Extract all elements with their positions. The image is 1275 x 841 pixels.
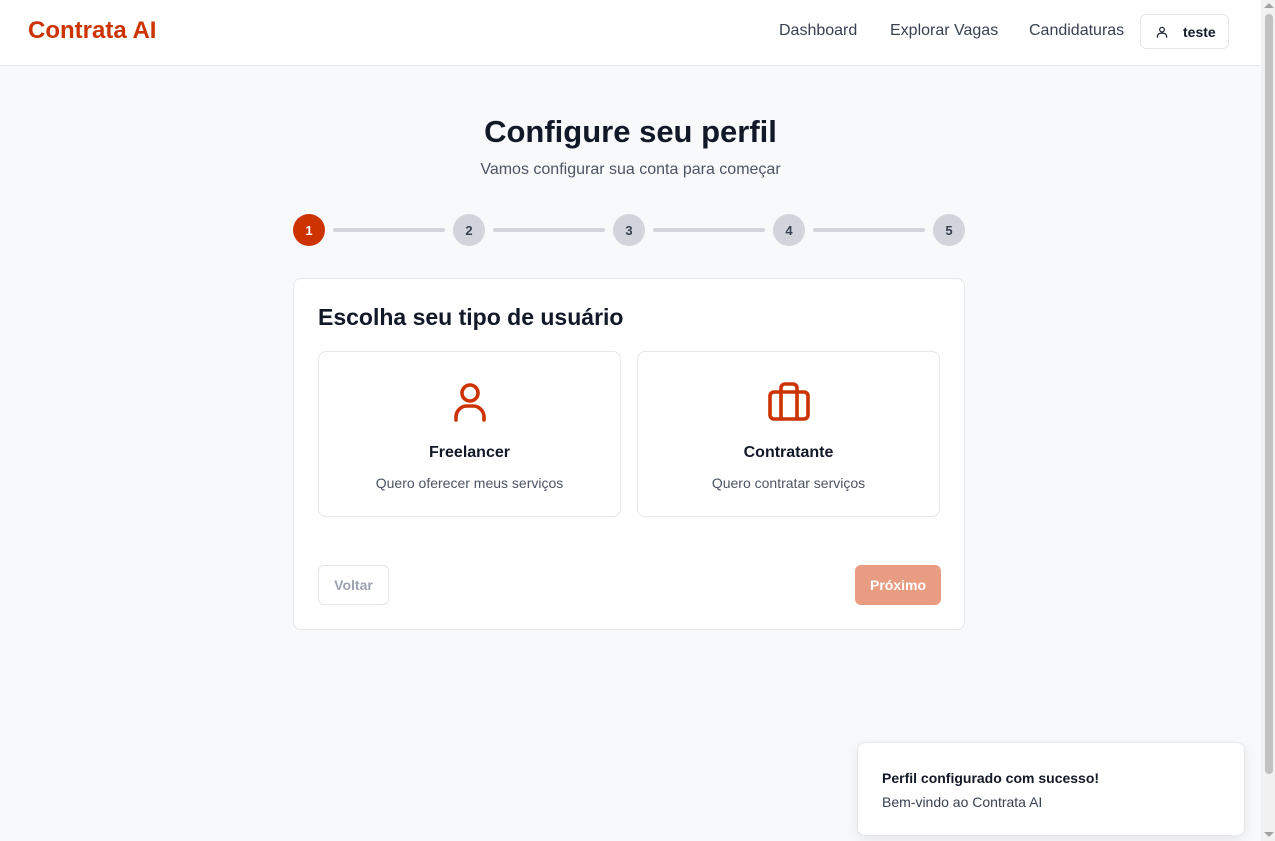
toast-description: Bem-vindo ao Contrata AI <box>882 794 1043 810</box>
top-navbar: Contrata AI Dashboard Explorar Vagas Can… <box>0 0 1261 66</box>
scrollbar-thumb[interactable] <box>1265 14 1273 774</box>
nav-link-dashboard[interactable]: Dashboard <box>779 22 857 40</box>
toast-title: Perfil configurado com sucesso! <box>882 770 1100 786</box>
user-type-card: Escolha seu tipo de usuário Freelancer Q… <box>293 278 965 630</box>
scroll-down-arrow[interactable] <box>1264 832 1274 837</box>
card-title: Escolha seu tipo de usuário <box>318 304 624 330</box>
option-title: Freelancer <box>429 444 510 461</box>
step-connector <box>493 228 605 232</box>
back-button[interactable]: Voltar <box>318 565 389 605</box>
user-icon <box>453 383 486 422</box>
step-4: 4 <box>773 214 805 246</box>
user-icon <box>1156 26 1168 38</box>
nav-link-explorar-vagas[interactable]: Explorar Vagas <box>890 22 998 40</box>
step-5: 5 <box>933 214 965 246</box>
user-menu-button[interactable]: teste <box>1140 14 1229 49</box>
step-3: 3 <box>613 214 645 246</box>
success-toast: Perfil configurado com sucesso! Bem-vind… <box>857 742 1245 836</box>
step-connector <box>813 228 925 232</box>
option-description: Quero oferecer meus serviços <box>375 475 564 491</box>
step-connector <box>333 228 445 232</box>
option-contratante[interactable]: Contratante Quero contratar serviços <box>637 351 940 517</box>
scroll-up-arrow[interactable] <box>1264 3 1274 8</box>
step-connector <box>653 228 765 232</box>
option-description: Quero contratar serviços <box>711 475 866 491</box>
nav-link-candidaturas[interactable]: Candidaturas <box>1029 22 1124 40</box>
page-title: Configure seu perfil <box>484 114 777 149</box>
brand-logo[interactable]: Contrata AI <box>28 17 156 45</box>
page-subtitle: Vamos configurar sua conta para começar <box>480 161 781 178</box>
next-button[interactable]: Próximo <box>855 565 941 605</box>
step-1: 1 <box>293 214 325 246</box>
briefcase-icon <box>767 382 810 421</box>
option-freelancer[interactable]: Freelancer Quero oferecer meus serviços <box>318 351 621 517</box>
user-name: teste <box>1183 23 1216 40</box>
option-title: Contratante <box>743 444 834 461</box>
step-2: 2 <box>453 214 485 246</box>
